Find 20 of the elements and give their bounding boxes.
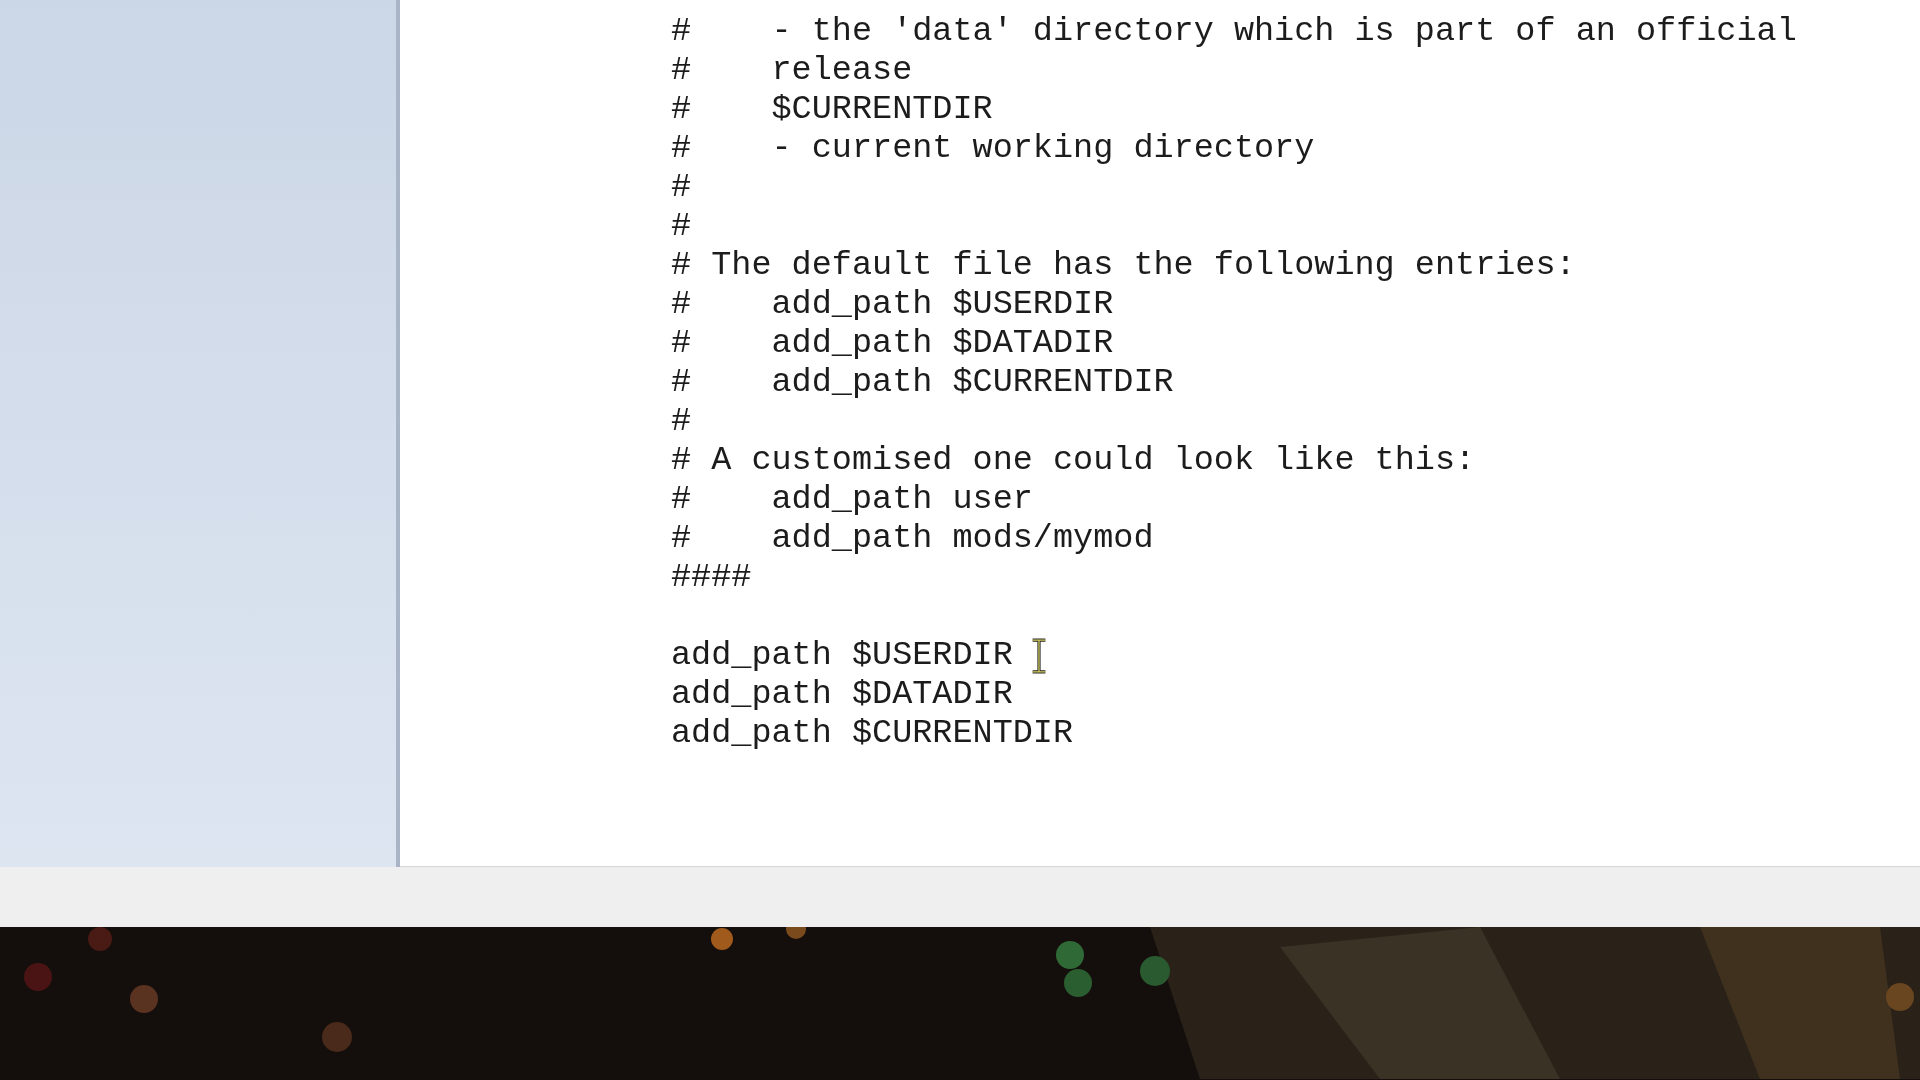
code-line: # add_path $CURRENTDIR — [671, 363, 1174, 402]
code-line: # - current working directory — [671, 129, 1315, 168]
code-line: # — [671, 402, 692, 441]
code-line: add_path $DATADIR — [671, 675, 1013, 714]
code-line: # — [671, 168, 692, 207]
code-line: # The default file has the following entries: — [671, 246, 1576, 285]
code-line: # A customised one could look like this: — [671, 441, 1476, 480]
code-line: # — [671, 207, 692, 246]
code-line: #### — [671, 558, 752, 597]
code-line: # add_path $USERDIR — [671, 285, 1114, 324]
code-line: # add_path user — [671, 480, 1033, 519]
code-line: # release — [671, 51, 913, 90]
text-cursor-icon — [1030, 637, 1047, 674]
code-line: # add_path mods/mymod — [671, 519, 1154, 558]
code-line: add_path $CURRENTDIR — [671, 714, 1074, 753]
code-line: add_path $USERDIR — [671, 636, 1013, 675]
text-editor[interactable] — [400, 0, 1920, 867]
code-line: # - the 'data' directory which is part of an official — [671, 12, 1797, 51]
code-line: # $CURRENTDIR — [671, 90, 993, 129]
code-line: # add_path $DATADIR — [671, 324, 1114, 363]
